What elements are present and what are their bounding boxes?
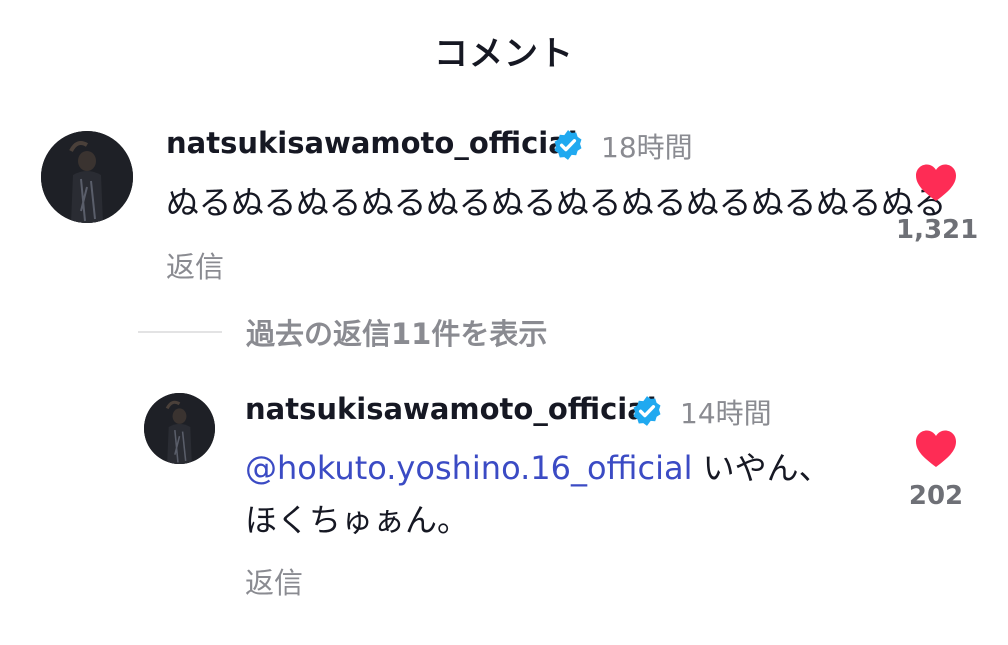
avatar[interactable] [144, 393, 215, 464]
comment-text: ぬるぬるぬるぬるぬるぬるぬるぬるぬるぬるぬるぬる [166, 183, 947, 222]
divider-line [138, 331, 222, 333]
reply-button[interactable]: 返信 [166, 244, 224, 286]
comments-sheet: コメント natsukisawamoto_official 18時間 ぬるぬるぬ… [0, 0, 1008, 645]
verified-badge-icon [633, 396, 661, 426]
avatar-photo [41, 131, 133, 223]
sheet-title: コメント [434, 34, 574, 74]
reply-text-line1: いやん、 [692, 449, 831, 487]
reply-time: 14時間 [680, 397, 772, 430]
like-button[interactable]: 1,321 [896, 163, 979, 245]
avatar[interactable] [41, 131, 133, 223]
reply-button[interactable]: 返信 [245, 560, 303, 602]
like-count: 1,321 [896, 215, 979, 245]
comment-username[interactable]: natsukisawamoto_official [166, 126, 578, 160]
verified-badge-icon [554, 130, 582, 160]
like-count: 202 [908, 481, 964, 511]
avatar-photo [144, 393, 215, 464]
view-replies-button[interactable]: 過去の返信11件を表示 [138, 312, 547, 352]
reply-text: @hokuto.yoshino.16_official いやん、 [245, 442, 831, 494]
heart-icon [916, 430, 956, 467]
comment-time: 18時間 [601, 131, 693, 164]
heart-icon [916, 164, 956, 201]
reply-username[interactable]: natsukisawamoto_official [245, 392, 657, 426]
like-button[interactable]: 202 [896, 429, 976, 511]
reply-text-line2: ほくちゅぁん。 [245, 501, 470, 539]
mention-link[interactable]: @hokuto.yoshino.16_official [245, 449, 692, 487]
view-replies-label: 過去の返信11件を表示 [246, 317, 548, 351]
